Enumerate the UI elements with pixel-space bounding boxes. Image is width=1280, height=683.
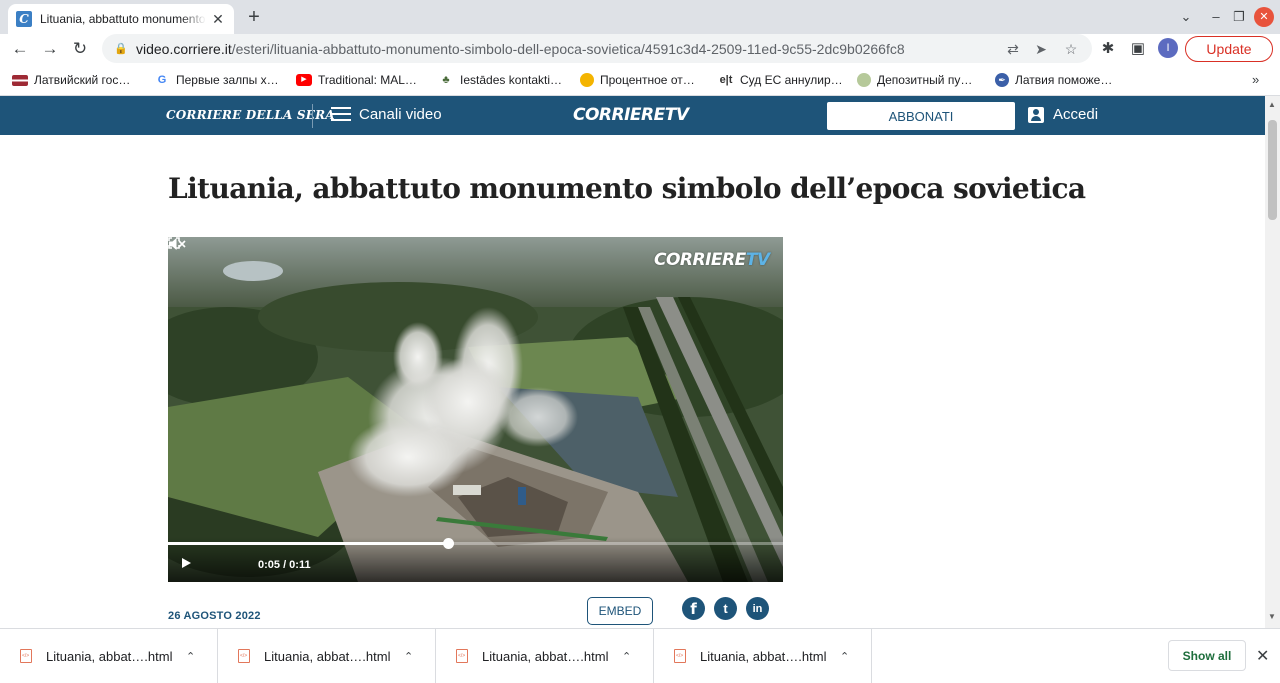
scroll-thumb[interactable] bbox=[1268, 120, 1277, 220]
site-header: CORRIERE DELLA SERA Canali video CORRIER… bbox=[0, 96, 1265, 135]
bookmark-item[interactable]: Депозитный пу… bbox=[857, 71, 972, 89]
twitter-share-icon[interactable]: t bbox=[714, 597, 737, 620]
scroll-up-arrow-icon[interactable]: ▲ bbox=[1268, 100, 1276, 109]
corriere-tv-logo[interactable]: CORRIERETV bbox=[573, 105, 689, 125]
facebook-share-icon[interactable]: f bbox=[682, 597, 705, 620]
send-icon[interactable]: ➤ bbox=[1032, 40, 1050, 58]
download-filename: Lituania, abbat….html bbox=[482, 648, 609, 664]
latvia-flag-icon bbox=[12, 74, 28, 86]
login-link[interactable]: Accedi bbox=[1053, 106, 1098, 123]
leaf-icon bbox=[857, 73, 871, 87]
chevron-up-icon[interactable]: ⌃ bbox=[404, 650, 413, 663]
video-time: 0:05 / 0:11 bbox=[258, 559, 311, 571]
tree-icon: ♣ bbox=[442, 74, 450, 86]
lock-icon[interactable]: 🔒 bbox=[114, 42, 128, 55]
browser-toolbar: ← → ↻ 🔒 video.corriere.it/esteri/lituani… bbox=[0, 34, 1280, 64]
update-button[interactable]: Update bbox=[1185, 36, 1273, 62]
subscribe-button[interactable]: ABBONATI bbox=[827, 102, 1015, 130]
bookmark-item[interactable]: Процентное от… bbox=[580, 71, 695, 89]
address-bar[interactable]: 🔒 video.corriere.it/esteri/lituania-abba… bbox=[102, 34, 1092, 63]
tab-search-icon[interactable]: ⌄ bbox=[1176, 7, 1196, 27]
bookmark-item[interactable]: Латвийский гос… bbox=[12, 71, 130, 89]
html-file-icon bbox=[456, 649, 468, 663]
download-filename: Lituania, abbat….html bbox=[46, 648, 173, 664]
bookmark-star-icon[interactable]: ☆ bbox=[1062, 40, 1080, 58]
html-file-icon bbox=[238, 649, 250, 663]
downloads-bar: Lituania, abbat….html ⌃ Lituania, abbat…… bbox=[0, 628, 1280, 683]
show-all-downloads-button[interactable]: Show all bbox=[1168, 640, 1246, 671]
corriere-della-sera-logo[interactable]: CORRIERE DELLA SERA bbox=[166, 108, 335, 122]
chevron-up-icon[interactable]: ⌃ bbox=[622, 650, 631, 663]
extensions-puzzle-icon[interactable]: ✱ bbox=[1097, 38, 1119, 60]
html-file-icon bbox=[20, 649, 32, 663]
bookmark-item[interactable]: G Первые залпы х… bbox=[154, 71, 279, 89]
video-progress-fill bbox=[168, 542, 448, 545]
hamburger-menu-icon[interactable] bbox=[331, 107, 351, 123]
user-account-icon[interactable] bbox=[1028, 107, 1044, 123]
bookmark-item[interactable]: ♣ Iestādes kontakti… bbox=[438, 71, 562, 89]
download-item[interactable]: Lituania, abbat….html ⌃ bbox=[0, 629, 218, 683]
reload-button[interactable]: ↻ bbox=[68, 37, 92, 61]
minimize-button[interactable]: – bbox=[1206, 7, 1226, 27]
google-icon: G bbox=[157, 74, 167, 86]
bookmark-item[interactable]: ▶ Traditional: MAL… bbox=[296, 71, 417, 89]
tab-title: Lituania, abbattuto monumento simbolo de… bbox=[40, 12, 206, 26]
video-progress-bar[interactable] bbox=[168, 538, 783, 549]
download-filename: Lituania, abbat….html bbox=[264, 648, 391, 664]
coin-icon bbox=[580, 73, 594, 87]
video-player[interactable]: CORRIERETV 0:05 / 0:11 bbox=[168, 237, 783, 582]
canali-video-menu[interactable]: Canali video bbox=[359, 106, 442, 123]
scroll-down-arrow-icon[interactable]: ▼ bbox=[1268, 612, 1276, 621]
linkedin-share-icon[interactable]: in bbox=[746, 597, 769, 620]
corriere-favicon-icon: C bbox=[16, 11, 32, 27]
page-scrollbar[interactable]: ▲ ▼ bbox=[1265, 96, 1280, 628]
tab-close-icon[interactable]: ✕ bbox=[210, 11, 226, 27]
delfi-icon: e|t bbox=[719, 74, 733, 86]
download-item[interactable]: Lituania, abbat….html ⌃ bbox=[436, 629, 654, 683]
close-downloads-icon[interactable]: ✕ bbox=[1256, 646, 1269, 666]
chevron-up-icon[interactable]: ⌃ bbox=[840, 650, 849, 663]
tab-strip: C Lituania, abbattuto monumento simbolo … bbox=[0, 0, 1280, 34]
bookmarks-overflow-button[interactable]: » bbox=[1252, 72, 1259, 87]
youtube-icon: ▶ bbox=[296, 74, 312, 86]
url-text: video.corriere.it/esteri/lituania-abbatt… bbox=[136, 40, 905, 57]
forward-button[interactable]: → bbox=[38, 37, 62, 61]
download-item[interactable]: Lituania, abbat….html ⌃ bbox=[218, 629, 436, 683]
play-icon[interactable] bbox=[182, 558, 191, 568]
side-panel-icon[interactable]: ▣ bbox=[1127, 38, 1149, 60]
html-file-icon bbox=[674, 649, 686, 663]
corriere-tv-watermark: CORRIERETV bbox=[654, 250, 770, 270]
chevron-up-icon[interactable]: ⌃ bbox=[186, 650, 195, 663]
new-tab-button[interactable]: + bbox=[242, 6, 266, 30]
publish-date: 26 AGOSTO 2022 bbox=[168, 610, 261, 622]
bookmark-item[interactable]: ✒ Латвия поможе… bbox=[995, 71, 1112, 89]
bookmark-item[interactable]: e|t Суд ЕС аннулир… bbox=[718, 71, 843, 89]
video-frame-aerial-demolition bbox=[168, 237, 783, 582]
fullscreen-icon[interactable] bbox=[168, 237, 180, 249]
profile-avatar[interactable]: I bbox=[1158, 38, 1178, 58]
restore-button[interactable]: ❐ bbox=[1229, 7, 1249, 27]
translate-icon[interactable]: ⇄ bbox=[1004, 40, 1022, 58]
download-item[interactable]: Lituania, abbat….html ⌃ bbox=[654, 629, 872, 683]
article-headline: Lituania, abbattuto monumento simbolo de… bbox=[168, 172, 1086, 205]
header-divider bbox=[312, 104, 313, 128]
feather-icon: ✒ bbox=[995, 73, 1009, 87]
video-progress-handle[interactable] bbox=[443, 538, 454, 549]
bookmarks-bar: Латвийский гос… G Первые залпы х… ▶ Trad… bbox=[0, 64, 1280, 96]
back-button[interactable]: ← bbox=[8, 37, 32, 61]
browser-tab-active[interactable]: C Lituania, abbattuto monumento simbolo … bbox=[8, 4, 234, 34]
embed-button[interactable]: EMBED bbox=[587, 597, 653, 625]
window-close-button[interactable]: ✕ bbox=[1254, 7, 1274, 27]
download-filename: Lituania, abbat….html bbox=[700, 648, 827, 664]
